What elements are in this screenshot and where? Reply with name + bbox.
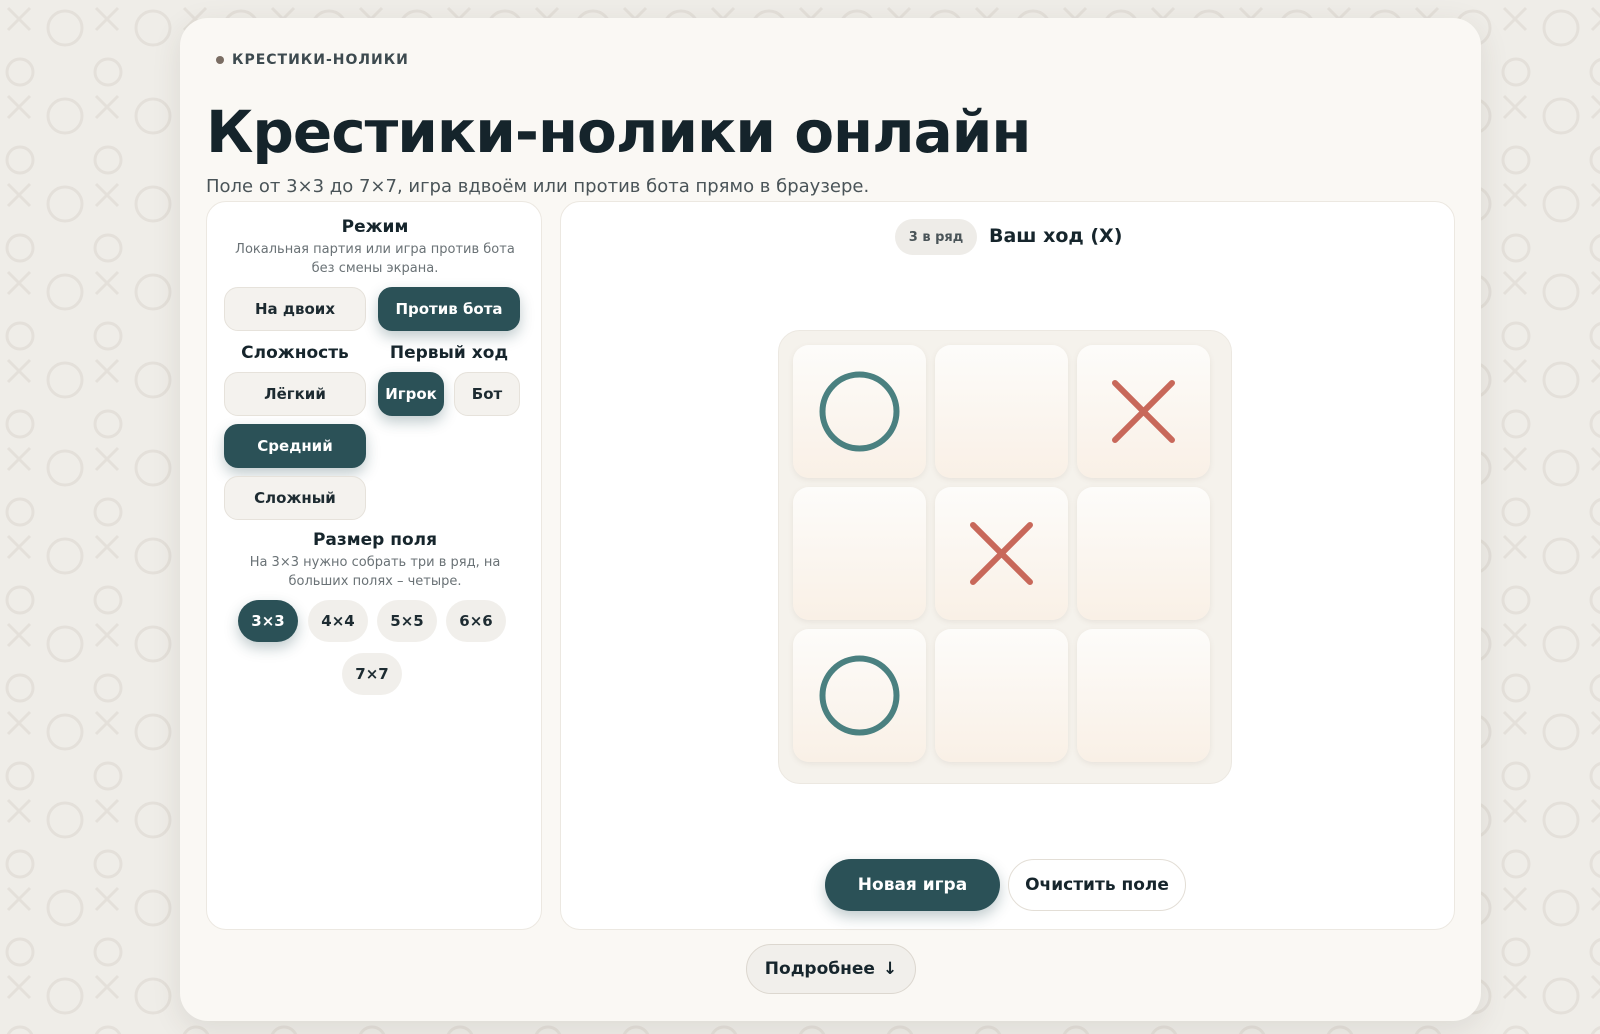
difficulty-easy-button[interactable]: Лёгкий (224, 372, 366, 416)
page-subtitle: Поле от 3×3 до 7×7, игра вдвоём или прот… (206, 176, 870, 197)
first-move-title: Первый ход (389, 343, 509, 363)
game-panel: 3 в ряд Ваш ход (X) Новая игра Очистить … (560, 201, 1455, 930)
board-cell[interactable] (1077, 629, 1210, 762)
board-cell[interactable] (793, 487, 926, 620)
board-cell[interactable] (935, 629, 1068, 762)
win-condition-badge: 3 в ряд (895, 219, 977, 255)
turn-status: Ваш ход (X) (989, 225, 1123, 247)
page-title: Крестики-нолики онлайн (206, 98, 1031, 166)
first-move-bot-button[interactable]: Бот (454, 372, 520, 416)
settings-panel: Режим Локальная партия или игра против б… (206, 201, 542, 930)
main-card: КРЕСТИКИ-НОЛИКИ Крестики-нолики онлайн П… (180, 18, 1481, 1021)
board-size-description: На 3×3 нужно собрать три в ряд, на больш… (249, 555, 501, 589)
board-cell[interactable] (935, 345, 1068, 478)
x-mark-icon (970, 522, 1033, 585)
eyebrow-label: КРЕСТИКИ-НОЛИКИ (232, 52, 409, 68)
board-cell[interactable] (793, 345, 926, 478)
size-6x6-button[interactable]: 6×6 (446, 600, 506, 642)
clear-board-button[interactable]: Очистить поле (1008, 859, 1186, 911)
mode-title: Режим (341, 217, 409, 237)
board-size-title: Размер поля (312, 530, 438, 550)
size-3x3-button[interactable]: 3×3 (238, 600, 298, 642)
game-board (778, 330, 1232, 784)
board-cell[interactable] (935, 487, 1068, 620)
more-button[interactable]: Подробнее ↓ (746, 944, 916, 994)
size-7x7-button[interactable]: 7×7 (342, 653, 402, 695)
mode-two-players-button[interactable]: На двоих (224, 287, 366, 331)
difficulty-hard-button[interactable]: Сложный (224, 476, 366, 520)
mode-vs-bot-button[interactable]: Против бота (378, 287, 520, 331)
new-game-button[interactable]: Новая игра (825, 859, 1000, 911)
more-label: Подробнее (764, 959, 875, 979)
o-mark-icon (819, 371, 900, 452)
o-mark-icon (819, 655, 900, 736)
difficulty-medium-button[interactable]: Средний (224, 424, 366, 468)
size-5x5-button[interactable]: 5×5 (377, 600, 437, 642)
board-cell[interactable] (1077, 345, 1210, 478)
dot-icon (216, 56, 224, 64)
difficulty-title: Сложность (241, 343, 349, 363)
size-4x4-button[interactable]: 4×4 (308, 600, 368, 642)
x-mark-icon (1112, 380, 1175, 443)
first-move-player-button[interactable]: Игрок (378, 372, 444, 416)
arrow-down-icon: ↓ (882, 959, 898, 979)
mode-description: Локальная партия или игра против бота бе… (235, 242, 515, 276)
board-cell[interactable] (1077, 487, 1210, 620)
eyebrow: КРЕСТИКИ-НОЛИКИ (216, 52, 409, 68)
board-cell[interactable] (793, 629, 926, 762)
